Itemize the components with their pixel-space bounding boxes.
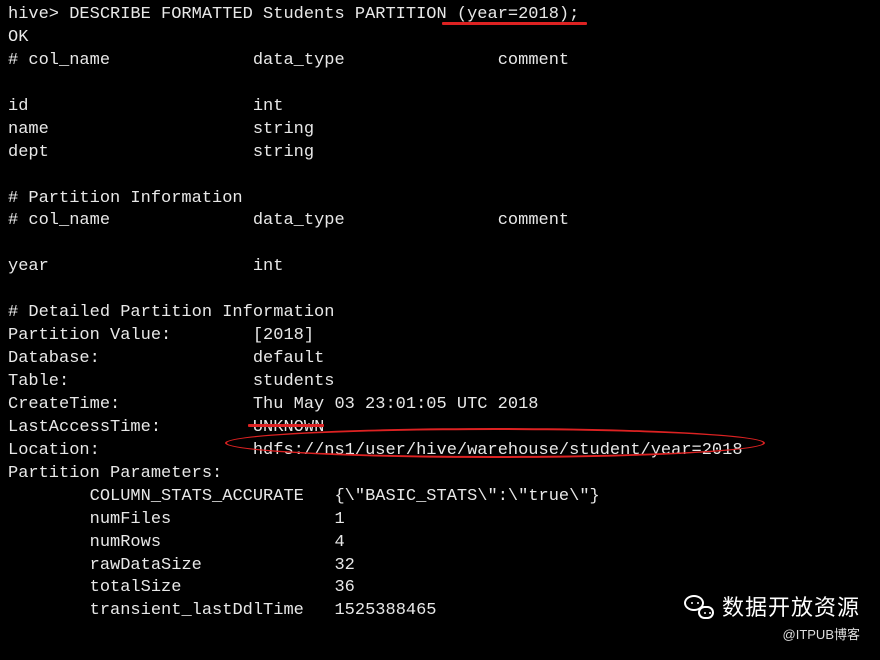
ok-status: OK xyxy=(8,27,872,50)
detail-row: Partition Value: [2018] xyxy=(8,325,872,348)
partition-column-row: year int xyxy=(8,256,872,279)
annotation-underline xyxy=(442,22,587,25)
detailed-partition-header: # Detailed Partition Information xyxy=(8,302,872,325)
column-row: name string xyxy=(8,119,872,142)
annotation-strikethrough xyxy=(248,424,324,427)
param-row: COLUMN_STATS_ACCURATE {\"BASIC_STATS\":\… xyxy=(8,486,872,509)
watermark: 数据开放资源 @ITPUB博客 xyxy=(684,593,860,644)
blank-line xyxy=(8,73,872,96)
column-row: dept string xyxy=(8,142,872,165)
hive-prompt: hive> xyxy=(8,5,69,24)
wechat-icon xyxy=(684,595,714,621)
blank-line xyxy=(8,233,872,256)
blank-line xyxy=(8,279,872,302)
partition-info-header: # Partition Information xyxy=(8,188,872,211)
blank-line xyxy=(8,165,872,188)
detail-row: CreateTime: Thu May 03 23:01:05 UTC 2018 xyxy=(8,394,872,417)
watermark-main: 数据开放资源 xyxy=(722,593,860,623)
param-row: numRows 4 xyxy=(8,532,872,555)
detail-row: Partition Parameters: xyxy=(8,463,872,486)
partition-columns-header: # col_name data_type comment xyxy=(8,210,872,233)
terminal-output: hive> DESCRIBE FORMATTED Students PARTIT… xyxy=(8,4,872,623)
param-row: numFiles 1 xyxy=(8,509,872,532)
annotation-oval xyxy=(225,428,765,458)
detail-row: Database: default xyxy=(8,348,872,371)
columns-header: # col_name data_type comment xyxy=(8,50,872,73)
detail-row: Table: students xyxy=(8,371,872,394)
command-line: hive> DESCRIBE FORMATTED Students PARTIT… xyxy=(8,4,872,27)
watermark-sub: @ITPUB博客 xyxy=(684,626,860,644)
column-row: id int xyxy=(8,96,872,119)
param-row: rawDataSize 32 xyxy=(8,555,872,578)
